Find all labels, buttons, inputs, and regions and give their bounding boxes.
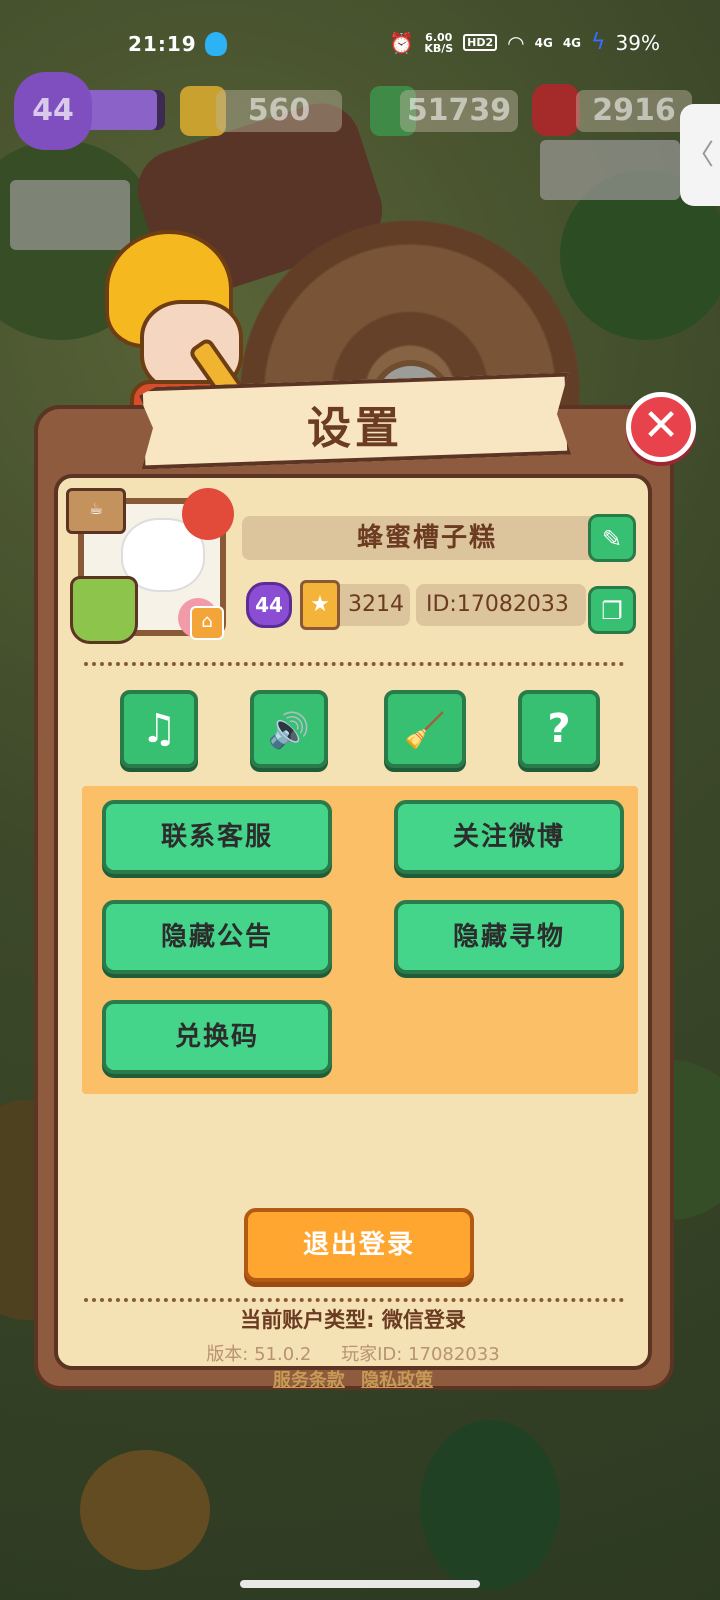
divider bbox=[84, 1298, 624, 1302]
frame-sign-icon: ☕ bbox=[66, 488, 126, 534]
version-line: 版本: 51.0.2 玩家ID: 17082033 bbox=[54, 1340, 652, 1366]
copy-id-button[interactable]: ❐ bbox=[588, 586, 636, 634]
follow-weibo-button[interactable]: 关注微博 bbox=[394, 800, 624, 874]
star-count: 3214 bbox=[348, 592, 404, 617]
star-count-box: ★ 3214 bbox=[300, 580, 410, 630]
redeem-code-button[interactable]: 兑换码 bbox=[102, 1000, 332, 1074]
legal-links: 服务条款 隐私政策 bbox=[54, 1366, 652, 1392]
contact-support-button[interactable]: 联系客服 bbox=[102, 800, 332, 874]
help-button[interactable]: ? bbox=[518, 690, 600, 768]
footer-player-id: 玩家ID: 17082033 bbox=[341, 1344, 500, 1365]
qq-notification-icon bbox=[205, 32, 227, 56]
edit-nickname-button[interactable]: ✎ bbox=[588, 514, 636, 562]
terms-of-service-link[interactable]: 服务条款 bbox=[273, 1370, 345, 1391]
flower-decoration bbox=[182, 488, 234, 540]
speaker-icon: 🔊 bbox=[267, 711, 311, 751]
music-icon: ♫ bbox=[141, 706, 177, 752]
nickname-field: 蜂蜜槽子糕 bbox=[242, 516, 612, 560]
alarm-icon: ⏰ bbox=[389, 30, 415, 55]
broom-icon: 🧹 bbox=[403, 711, 447, 751]
bubble-tea-decoration bbox=[70, 576, 138, 644]
hide-notice-button[interactable]: 隐藏公告 bbox=[102, 900, 332, 974]
signal-4g-2: 4G bbox=[562, 35, 582, 50]
signal-4g-1: 4G bbox=[534, 35, 553, 50]
version-label: 版本: 51.0.2 bbox=[206, 1344, 312, 1365]
status-time: 21:19 bbox=[128, 32, 197, 56]
net-speed: 6.00 KB/S bbox=[424, 32, 453, 54]
hide-search-button[interactable]: 隐藏寻物 bbox=[394, 900, 624, 974]
hd-icon: HD2 bbox=[463, 34, 498, 51]
divider bbox=[84, 662, 624, 666]
close-button[interactable]: ✕ bbox=[626, 392, 696, 462]
music-toggle-button[interactable]: ♫ bbox=[120, 690, 198, 768]
home-indicator[interactable] bbox=[240, 1580, 480, 1588]
profile-level-badge: 44 bbox=[246, 582, 292, 628]
charging-icon: ϟ bbox=[591, 30, 606, 55]
status-bar: 21:19 ⏰ 6.00 KB/S HD2 ◠ 4G 4G ϟ 39% bbox=[0, 0, 720, 92]
gem-icon bbox=[532, 84, 580, 136]
status-icons: ⏰ 6.00 KB/S HD2 ◠ 4G 4G ϟ 39% bbox=[389, 30, 660, 55]
avatar-change-icon[interactable]: ⌂ bbox=[190, 606, 224, 640]
privacy-policy-link[interactable]: 隐私政策 bbox=[361, 1370, 433, 1391]
net-speed-unit: KB/S bbox=[424, 41, 454, 55]
player-id-field: ID:17082033 bbox=[416, 584, 586, 626]
wifi-icon: ◠ bbox=[507, 30, 525, 55]
logout-button[interactable]: 退出登录 bbox=[244, 1208, 474, 1282]
star-clipboard-icon: ★ bbox=[300, 580, 340, 630]
xp-bar bbox=[80, 90, 165, 130]
cash-counter[interactable]: 51739 bbox=[400, 90, 518, 132]
clear-cache-button[interactable]: 🧹 bbox=[384, 690, 466, 768]
account-type: 当前账户类型: 微信登录 bbox=[240, 1308, 466, 1332]
side-drawer-tab[interactable]: 〈 bbox=[680, 104, 720, 206]
energy-counter[interactable]: 560 bbox=[216, 90, 342, 132]
battery-level: 39% bbox=[615, 30, 660, 55]
sound-toggle-button[interactable]: 🔊 bbox=[250, 690, 328, 768]
dialog-title: 设置 bbox=[307, 403, 403, 454]
player-level-badge[interactable]: 44 bbox=[14, 72, 92, 150]
avatar[interactable]: ☕ ⌂ bbox=[66, 488, 236, 648]
gem-counter[interactable]: 2916 bbox=[576, 90, 692, 132]
question-mark-icon: ? bbox=[547, 706, 571, 752]
